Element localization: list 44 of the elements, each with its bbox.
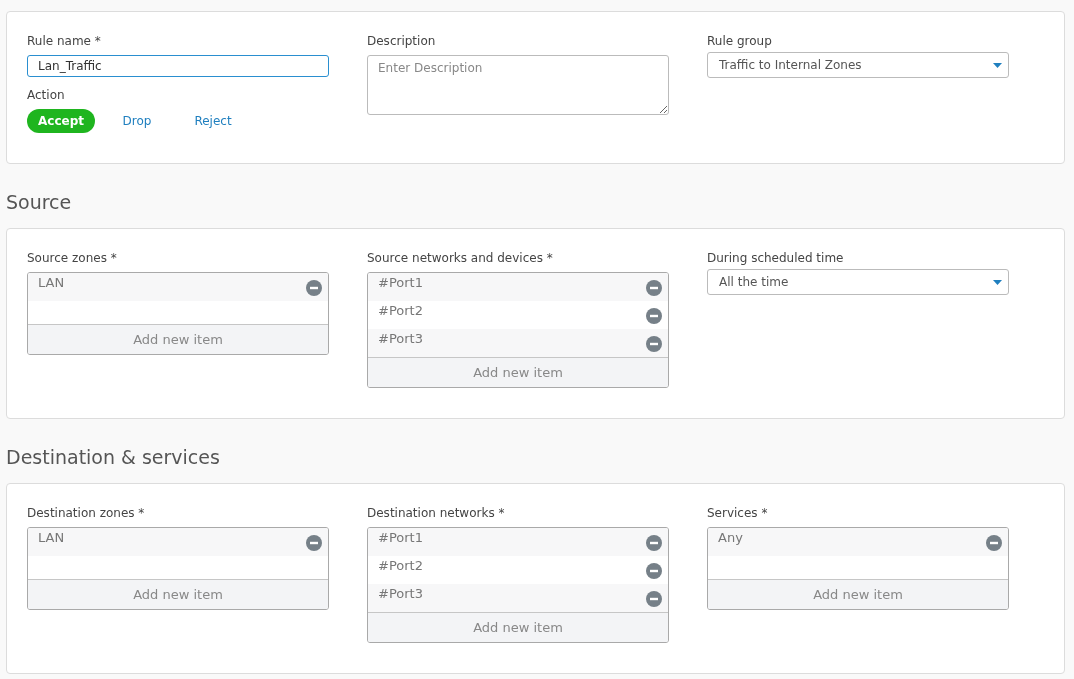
list-item: #Port3 xyxy=(378,331,423,346)
field-label: Source zones * xyxy=(27,251,118,266)
caret-icon xyxy=(993,279,1002,285)
remove-icon[interactable] xyxy=(306,280,322,296)
field-label: Action xyxy=(27,88,66,103)
remove-icon[interactable] xyxy=(646,591,662,607)
action-option[interactable]: Drop xyxy=(103,109,171,133)
remove-icon[interactable] xyxy=(306,535,322,551)
remove-icon[interactable] xyxy=(646,563,662,579)
add-item-button[interactable]: Add new item xyxy=(708,579,1008,609)
field-label: Destination zones * xyxy=(27,506,146,521)
add-item-button[interactable]: Add new item xyxy=(368,612,668,642)
field-label: Services * xyxy=(707,506,769,521)
section-title: Destination & services xyxy=(6,445,221,469)
add-item-button[interactable]: Add new item xyxy=(368,357,668,387)
list-item: #Port3 xyxy=(378,586,423,601)
remove-icon[interactable] xyxy=(646,280,662,296)
caret-icon xyxy=(993,62,1002,68)
list-item: Any xyxy=(718,530,743,545)
field-label: Rule name * xyxy=(27,34,102,49)
field-label: Destination networks * xyxy=(367,506,506,521)
remove-icon[interactable] xyxy=(646,535,662,551)
remove-icon[interactable] xyxy=(646,336,662,352)
list-item: #Port2 xyxy=(378,558,423,573)
add-item-button[interactable]: Add new item xyxy=(28,324,328,354)
input-field[interactable]: Lan_Traffic xyxy=(27,55,329,77)
action-option[interactable]: Reject xyxy=(179,109,247,133)
remove-icon[interactable] xyxy=(646,308,662,324)
list-item: #Port1 xyxy=(378,530,423,545)
field-label: During scheduled time xyxy=(707,251,845,266)
list-item: #Port1 xyxy=(378,275,423,290)
list-item: #Port2 xyxy=(378,303,423,318)
list-item: LAN xyxy=(38,530,65,545)
section-title: Source xyxy=(6,190,73,214)
action-option[interactable]: Accept xyxy=(27,109,95,133)
field-label: Source networks and devices * xyxy=(367,251,554,266)
field-label: Description xyxy=(367,34,437,49)
dropdown[interactable]: Traffic to Internal Zones xyxy=(707,52,1009,78)
field-label: Rule group xyxy=(707,34,773,49)
add-item-button[interactable]: Add new item xyxy=(28,579,328,609)
remove-icon[interactable] xyxy=(986,535,1002,551)
dropdown[interactable]: All the time xyxy=(707,269,1009,295)
input-field[interactable]: Enter Description xyxy=(367,55,669,115)
list-item: LAN xyxy=(38,275,65,290)
